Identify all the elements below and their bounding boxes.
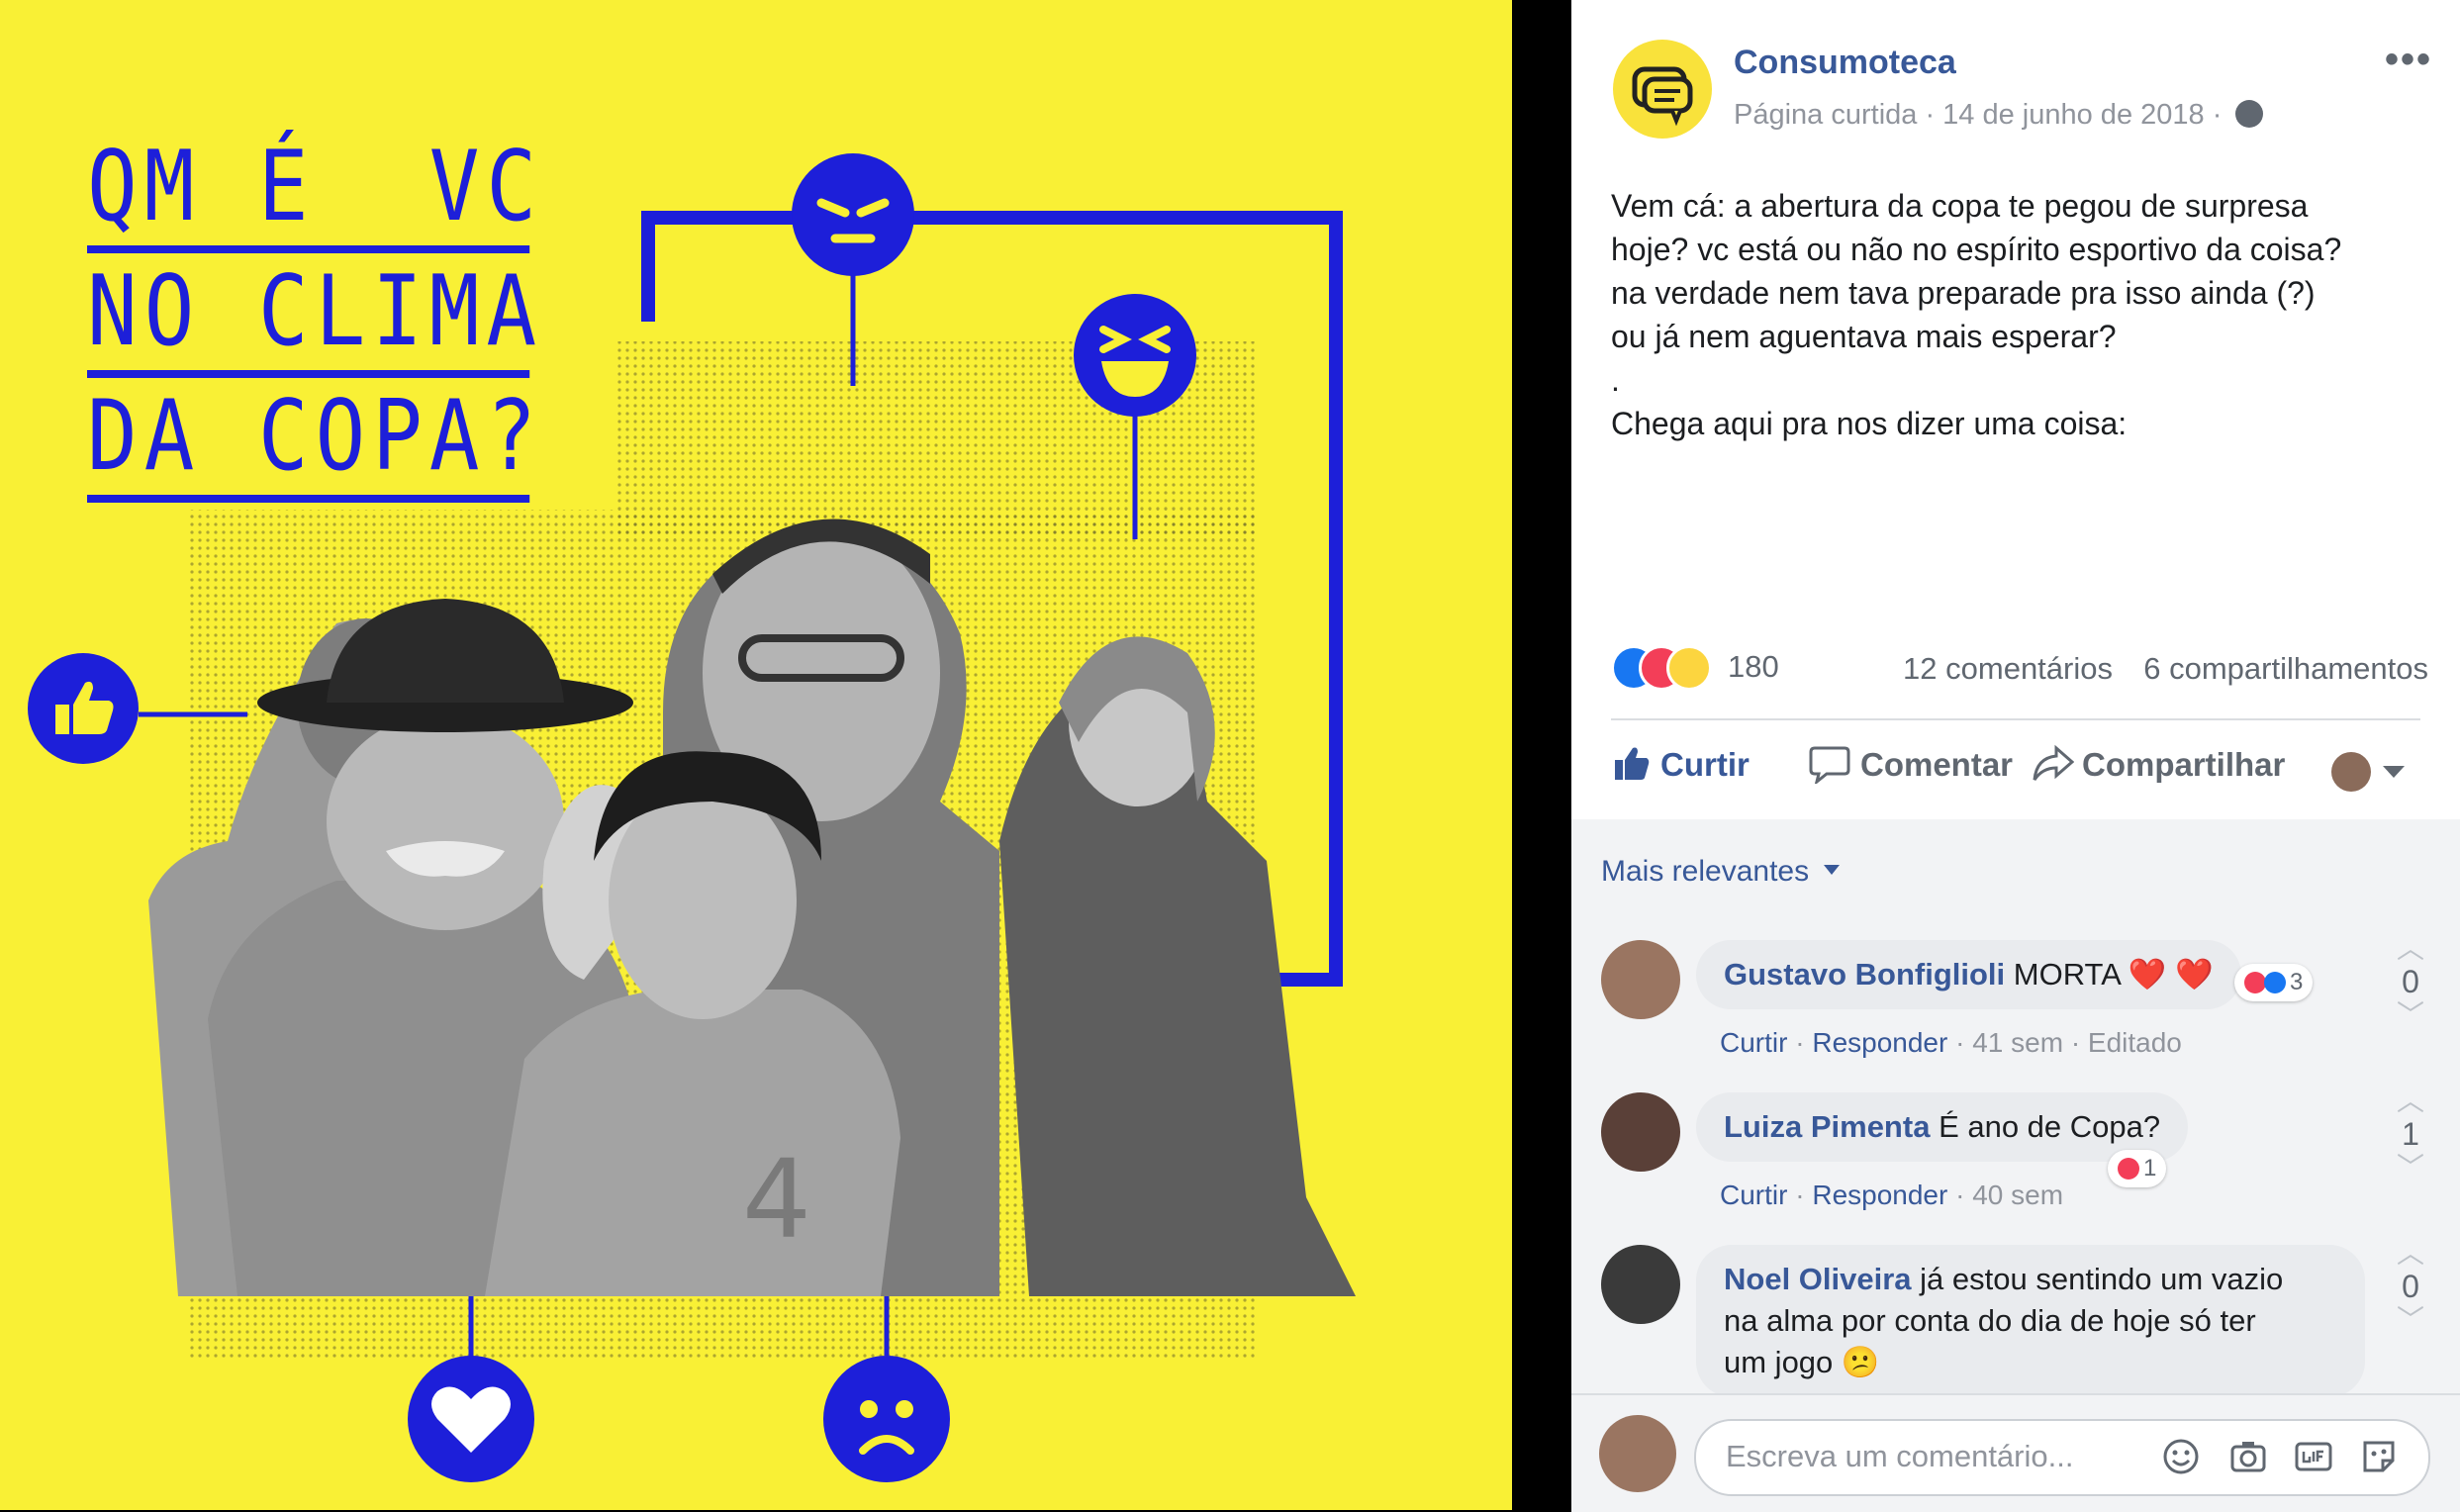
share-icon: [2033, 744, 2075, 781]
title-line-1: QM É VC: [87, 129, 536, 253]
comment-label: Comentar: [1860, 746, 2014, 783]
commenter-avatar[interactable]: [1601, 940, 1680, 1019]
svg-text:4: 4: [742, 1136, 811, 1263]
comment-reactions[interactable]: 1: [2108, 1150, 2167, 1187]
comment-actions: Curtir · Responder · 41 sem · Editado: [1720, 1027, 2182, 1058]
more-options-button[interactable]: •••: [2385, 38, 2432, 82]
reactions-count[interactable]: 180: [1728, 649, 1779, 685]
commenter-name[interactable]: Noel Oliveira: [1724, 1262, 1912, 1296]
comment-like-link[interactable]: Curtir: [1720, 1027, 1787, 1058]
comment-meta: · 40 sem: [1955, 1180, 2064, 1210]
sticker-icon[interactable]: [2359, 1437, 2399, 1476]
vote-count: 1: [2402, 1116, 2419, 1152]
like-reaction-icon: [2264, 972, 2286, 993]
upvote-icon[interactable]: ︿: [2389, 934, 2432, 964]
commenter-avatar[interactable]: [1601, 1245, 1680, 1324]
engagement-counts: 12 comentários 6 compartilhamentos: [1903, 651, 2428, 687]
comment-meta: · 41 sem · Editado: [1955, 1027, 2182, 1058]
camera-icon[interactable]: [2228, 1437, 2268, 1476]
comment-vote: ︿ 0 ﹀: [2389, 934, 2432, 1030]
comment-vote: ︿ 0 ﹀: [2389, 1239, 2432, 1335]
comment-text-line: na alma por conta do dia de hoje só ter: [1724, 1303, 2256, 1338]
divider: [1611, 718, 2420, 720]
comment-actions: Curtir · Responder · 40 sem: [1720, 1180, 2064, 1210]
sort-label: Mais relevantes: [1601, 855, 1810, 888]
gif-icon[interactable]: [2294, 1437, 2333, 1476]
emoji-icon[interactable]: [2161, 1437, 2201, 1476]
comment-icon: [1809, 746, 1850, 786]
commenter-name[interactable]: Luiza Pimenta: [1724, 1109, 1930, 1144]
post-panel: Consumoteca Página curtida · 14 de junho…: [1571, 0, 2460, 1512]
comment-like-link[interactable]: Curtir: [1720, 1180, 1787, 1210]
love-reaction-icon: [2244, 972, 2266, 993]
laughing-face-icon: [1074, 294, 1196, 417]
share-button[interactable]: Compartilhar: [2033, 744, 2285, 784]
comment-reply-link[interactable]: Responder: [1812, 1180, 1947, 1210]
commenter-name[interactable]: Gustavo Bonfiglioli: [1724, 957, 2005, 992]
title-line-2: NO CLIMA: [87, 253, 536, 378]
user-avatar: [2331, 752, 2371, 792]
comment-reply-link[interactable]: Responder: [1812, 1027, 1947, 1058]
comment-text-line: um jogo 😕: [1724, 1345, 1880, 1379]
commenter-avatar[interactable]: [1601, 1092, 1680, 1172]
globe-icon[interactable]: [2235, 100, 2264, 128]
comment-bubble: Noel Oliveira já estou sentindo um vazio…: [1696, 1245, 2365, 1397]
haha-reaction-icon[interactable]: [1666, 645, 1712, 691]
angry-face-icon: [792, 153, 914, 276]
chevron-down-icon: [2383, 766, 2405, 778]
caret-down-icon: [1824, 865, 1841, 875]
photo-collage: 4: [148, 519, 1356, 1296]
comment-text-line: já estou sentindo um vazio: [1920, 1262, 2284, 1296]
thumbs-up-icon: [28, 653, 139, 764]
shares-count-link[interactable]: 6 compartilhamentos: [2143, 651, 2428, 686]
page-name-link[interactable]: Consumoteca: [1734, 44, 1956, 82]
post-text-line: ou já nem aguentava mais esperar?: [1611, 319, 2117, 354]
post-text-line: Vem cá: a abertura da copa te pegou de s…: [1611, 188, 2309, 224]
comments-count-link[interactable]: 12 comentários: [1903, 651, 2113, 686]
post-text-line: Chega aqui pra nos dizer uma coisa:: [1611, 406, 2128, 441]
comment-reaction-count: 3: [2290, 969, 2304, 995]
comment-bubble: Luiza Pimenta É ano de Copa?: [1696, 1092, 2189, 1162]
comment-text: É ano de Copa?: [1939, 1109, 2161, 1144]
reactions-bar: 180 12 comentários 6 compartilhamentos: [1611, 645, 2432, 695]
like-label: Curtir: [1660, 746, 1750, 783]
user-avatar: [1599, 1415, 1676, 1492]
thumbs-up-icon: [1615, 747, 1650, 780]
chat-bubble-icon: [1632, 66, 1693, 127]
comment-bubble: Gustavo Bonfiglioli MORTA ❤️ ❤️: [1696, 940, 2241, 1009]
comment-reaction-count: 1: [2143, 1155, 2157, 1181]
vote-count: 0: [2402, 964, 2419, 999]
comment-button[interactable]: Comentar: [1809, 744, 2014, 786]
vote-count: 0: [2402, 1269, 2419, 1304]
post-text: Vem cá: a abertura da copa te pegou de s…: [1611, 184, 2432, 445]
comment-input[interactable]: Escreva um comentário...: [1694, 1419, 2430, 1496]
post-text-line: hoje? vc está ou não no espírito esporti…: [1611, 232, 2342, 267]
comment-composer: Escreva um comentário...: [1571, 1393, 2460, 1512]
share-as-selector[interactable]: [2331, 750, 2420, 794]
comment-text: MORTA ❤️ ❤️: [2013, 957, 2214, 992]
like-button[interactable]: Curtir: [1611, 744, 1750, 784]
post-image[interactable]: QM É VC NO CLIMA DA COPA? 4: [0, 0, 1512, 1510]
downvote-icon[interactable]: ﹀: [2389, 1153, 2432, 1182]
downvote-icon[interactable]: ﹀: [2389, 1000, 2432, 1030]
viewer-gutter: [1512, 0, 1571, 1510]
post-actions: Curtir Comentar Compartilhar: [1611, 736, 2422, 805]
comment-vote: ︿ 1 ﹀: [2389, 1087, 2432, 1182]
comment-sort-dropdown[interactable]: Mais relevantes: [1601, 855, 1841, 889]
heart-icon: [408, 1356, 534, 1482]
comment-reactions[interactable]: 3: [2234, 964, 2314, 1001]
downvote-icon[interactable]: ﹀: [2389, 1305, 2432, 1335]
upvote-icon[interactable]: ︿: [2389, 1239, 2432, 1269]
page-avatar[interactable]: [1613, 40, 1712, 139]
post-text-line: na verdade nem tava preparade pra isso a…: [1611, 275, 2316, 311]
comment-input-placeholder: Escreva um comentário...: [1726, 1439, 2074, 1473]
post-text-line: .: [1611, 362, 1620, 398]
love-reaction-icon: [2118, 1158, 2139, 1180]
post-meta: Página curtida · 14 de junho de 2018 ·: [1734, 99, 2264, 132]
sad-face-icon: [823, 1356, 950, 1482]
share-label: Compartilhar: [2082, 746, 2286, 783]
post-meta-text: Página curtida · 14 de junho de 2018 ·: [1734, 99, 2223, 131]
upvote-icon[interactable]: ︿: [2389, 1087, 2432, 1116]
